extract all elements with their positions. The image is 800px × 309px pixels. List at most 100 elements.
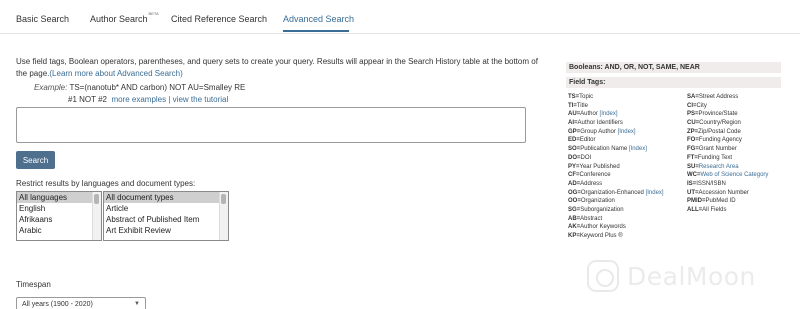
field-tag-row: PS=Province/State	[687, 110, 768, 119]
field-tag-code: CI=	[687, 102, 697, 109]
field-tag-link[interactable]: Web of Science Category	[701, 172, 769, 178]
document-type-option[interactable]: All document types	[104, 192, 228, 203]
field-tag-row: WC=Web of Science Category	[687, 171, 768, 180]
index-link[interactable]: [Index]	[629, 146, 647, 152]
tab-cited-reference-search[interactable]: Cited Reference Search	[171, 14, 267, 24]
field-tag-row: OO=Organization	[568, 197, 664, 206]
document-type-option[interactable]: Abstract of Published Item	[104, 214, 228, 225]
field-tag-row: AU=Author [Index]	[568, 110, 664, 119]
field-tag-name: Keyword Plus	[579, 233, 617, 239]
search-tabs: Basic Search Author SearchBETA Cited Ref…	[0, 0, 800, 34]
field-tag-row: UT=Accession Number	[687, 189, 768, 198]
field-tag-row: ZP=Zip/Postal Code	[687, 128, 768, 137]
field-tag-code: PMID=	[687, 198, 706, 205]
field-tag-code: PS=	[687, 111, 699, 118]
language-option[interactable]: Afrikaans	[17, 214, 101, 225]
field-tag-code: IS=	[687, 180, 697, 187]
document-type-option[interactable]: Article	[104, 203, 228, 214]
field-tag-code: ED=	[568, 137, 580, 144]
scrollbar[interactable]	[219, 192, 228, 240]
language-option[interactable]: All languages	[17, 192, 101, 203]
field-tag-row: FT=Funding Text	[687, 154, 768, 163]
index-link[interactable]: [Index]	[600, 111, 618, 117]
field-tag-row: TS=Topic	[568, 93, 664, 102]
field-tag-name: PubMed ID	[705, 198, 736, 205]
field-tag-code: UT=	[687, 189, 699, 196]
watermark-text: DealMoon	[627, 262, 756, 291]
field-tag-row: IS=ISSN/ISBN	[687, 180, 768, 189]
field-tag-name: Group Author	[580, 128, 616, 135]
timespan-select[interactable]: All years (1900 - 2020) ▼	[16, 297, 146, 309]
field-tag-row: CF=Conference	[568, 171, 664, 180]
field-tag-name: Conference	[579, 172, 611, 179]
language-option[interactable]: Arabic	[17, 225, 101, 236]
more-examples-link[interactable]: more examples	[111, 95, 166, 104]
tab-advanced-search[interactable]: Advanced Search	[283, 14, 354, 24]
tab-label: Cited Reference Search	[171, 14, 268, 24]
language-option[interactable]: English	[17, 203, 101, 214]
field-tag-row: FO=Funding Agency	[687, 136, 768, 145]
tab-author-search[interactable]: Author SearchBETA	[90, 11, 159, 24]
field-tag-name: Funding Text	[697, 154, 733, 161]
scrollbar-thumb[interactable]	[221, 194, 226, 204]
languages-listbox[interactable]: All languages English Afrikaans Arabic	[16, 191, 102, 241]
tab-label: Author Search	[90, 14, 148, 24]
scrollbar-thumb[interactable]	[94, 194, 99, 204]
scrollbar[interactable]	[92, 192, 101, 240]
tab-label: Advanced Search	[283, 14, 355, 24]
field-tag-code: ALL=	[687, 206, 703, 213]
field-tag-code: AI=	[568, 120, 578, 127]
field-tag-row: PMID=PubMed ID	[687, 197, 768, 206]
field-tag-row: AD=Address	[568, 180, 664, 189]
view-tutorial-link[interactable]: view the tutorial	[173, 95, 229, 104]
field-tag-name: Zip/Postal Code	[698, 128, 741, 135]
learn-more-link[interactable]: (Learn more about Advanced Search)	[49, 69, 182, 78]
link-separator: |	[168, 95, 171, 104]
example-query-2: #1 NOT #2	[68, 95, 107, 104]
document-types-listbox[interactable]: All document types Article Abstract of P…	[103, 191, 229, 241]
field-tag-code: SA=	[687, 94, 699, 100]
field-tag-name: Organization-Enhanced	[580, 189, 644, 196]
document-type-option[interactable]: Art Exhibit Review	[104, 225, 228, 236]
field-tag-code: OO=	[568, 198, 581, 205]
search-button[interactable]: Search	[16, 151, 55, 169]
field-tag-name: All Fields	[702, 206, 727, 213]
field-tag-link[interactable]: Research Area	[699, 164, 739, 170]
field-tag-row: SO=Publication Name [Index]	[568, 145, 664, 154]
tab-label: Basic Search	[16, 14, 70, 24]
example-line: Example: TS=(nanotub* AND carbon) NOT AU…	[34, 82, 245, 94]
field-tag-row: OG=Organization-Enhanced [Index]	[568, 189, 664, 198]
field-tag-name: Organization	[580, 198, 615, 205]
beta-badge: BETA	[148, 11, 159, 16]
field-tag-code: GP=	[568, 128, 581, 135]
field-tag-name: Grant Number	[698, 146, 737, 153]
field-tag-code: KP=	[568, 233, 580, 239]
field-tag-code: TI=	[568, 102, 577, 109]
index-link[interactable]: [Index]	[618, 129, 636, 135]
tab-basic-search[interactable]: Basic Search	[16, 14, 69, 24]
advanced-query-input[interactable]	[16, 107, 526, 143]
example-query: TS=(nanotub* AND carbon) NOT AU=Smalley …	[69, 83, 246, 92]
field-tags-header: Field Tags:	[566, 77, 781, 88]
field-tag-code: PY=	[568, 163, 580, 170]
field-tag-name: Funding Agency	[698, 137, 742, 144]
field-tag-name: Author Keywords	[580, 224, 626, 231]
example-label: Example:	[34, 83, 68, 92]
field-tag-row: AB=Abstract	[568, 215, 664, 224]
timespan-label: Timespan	[16, 280, 51, 289]
field-tag-row: SG=Suborganization	[568, 206, 664, 215]
field-tag-row: FG=Grant Number	[687, 145, 768, 154]
field-tag-row: CU=Country/Region	[687, 119, 768, 128]
field-tag-code: AK=	[568, 224, 581, 231]
field-tag-name: Province/State	[698, 111, 738, 118]
index-link[interactable]: [Index]	[646, 190, 664, 196]
field-tag-code: FT=	[687, 154, 698, 161]
field-tag-code: AD=	[568, 180, 581, 187]
field-tag-row: AK=Author Keywords	[568, 223, 664, 232]
timespan-value: All years (1900 - 2020)	[22, 301, 93, 308]
field-tag-row: GP=Group Author [Index]	[568, 128, 664, 137]
field-tag-code: OG=	[568, 189, 581, 196]
field-tag-name: Accession Number	[698, 189, 749, 196]
field-tag-code: WC=	[687, 172, 701, 179]
field-tag-row: SA=Street Address	[687, 93, 768, 102]
